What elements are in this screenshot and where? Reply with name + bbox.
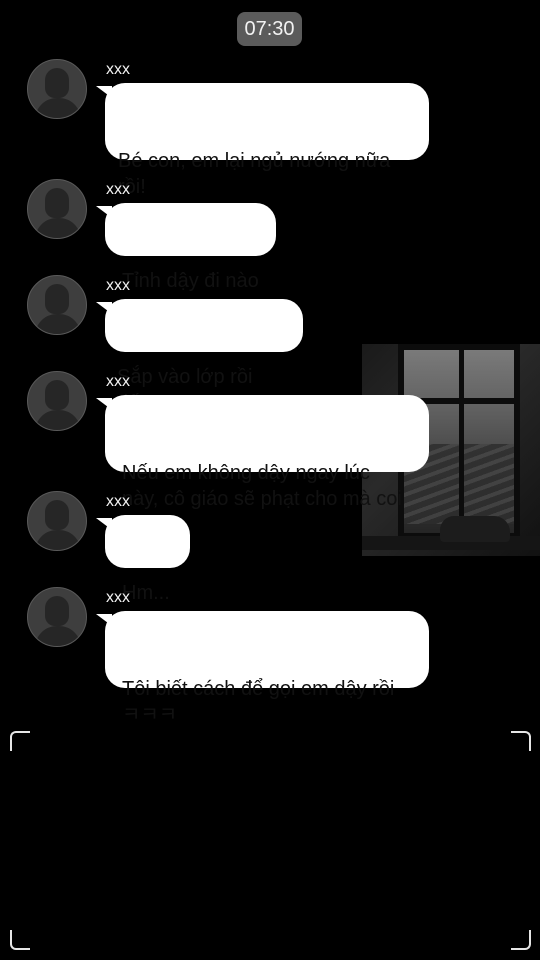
- avatar-icon[interactable]: [27, 59, 87, 119]
- avatar-head: [45, 68, 69, 98]
- avatar-shoulders: [35, 98, 81, 118]
- sender-name: xxx: [106, 277, 130, 294]
- timestamp-pill: 07:30: [237, 12, 302, 46]
- sill-object: [440, 516, 510, 542]
- avatar-shoulders: [35, 218, 81, 238]
- sender-name: xxx: [106, 589, 130, 606]
- sender-name: xxx: [106, 373, 130, 390]
- message-bubble[interactable]: Bé con, em lại ngủ nướng nữa rồi!: [96, 83, 429, 198]
- bubble-tail: [96, 86, 112, 98]
- avatar-shoulders: [35, 530, 81, 550]
- bubble-tail: [96, 206, 112, 218]
- avatar-icon[interactable]: [27, 179, 87, 239]
- avatar-head: [45, 596, 69, 626]
- sender-name: xxx: [106, 181, 130, 198]
- avatar-head: [45, 284, 69, 314]
- avatar-head: [45, 500, 69, 530]
- message-text: Bé con, em lại ngủ nướng nữa rồi!: [118, 150, 391, 198]
- message-bubble[interactable]: Tôi biết cách để gọi em dậy rồi ㅋㅋㅋ: [96, 611, 429, 726]
- message-bubble[interactable]: Hm...: [96, 515, 190, 604]
- message-bubble[interactable]: Sắp vào lớp rồi đấy: [96, 299, 303, 414]
- message-text: Tôi biết cách để gọi em dậy rồi ㅋㅋㅋ: [122, 678, 395, 726]
- avatar-shoulders: [35, 410, 81, 430]
- avatar-shoulders: [35, 314, 81, 334]
- bubble-tail: [96, 398, 112, 410]
- viewfinder-corner-icon: [10, 930, 30, 950]
- message-bubble[interactable]: Tỉnh dậy đi nào: [96, 203, 276, 292]
- avatar-shoulders: [35, 626, 81, 646]
- bubble-tail: [96, 302, 112, 314]
- avatar-icon[interactable]: [27, 275, 87, 335]
- message-text: Tỉnh dậy đi nào: [122, 270, 259, 292]
- message-text: Nếu em không dậy ngay lúc này, cô giáo s…: [122, 462, 402, 510]
- avatar-icon[interactable]: [27, 587, 87, 647]
- window-mullion: [459, 344, 464, 534]
- bubble-tail: [96, 614, 112, 626]
- viewfinder-corner-icon: [10, 731, 30, 751]
- avatar-head: [45, 380, 69, 410]
- sender-name: xxx: [106, 61, 130, 78]
- viewfinder-corner-icon: [511, 930, 531, 950]
- avatar-icon[interactable]: [27, 371, 87, 431]
- avatar-head: [45, 188, 69, 218]
- avatar-icon[interactable]: [27, 491, 87, 551]
- viewfinder-corner-icon: [511, 731, 531, 751]
- bubble-tail: [96, 518, 112, 530]
- sender-name: xxx: [106, 493, 130, 510]
- message-bubble[interactable]: Nếu em không dậy ngay lúc này, cô giáo s…: [96, 395, 429, 510]
